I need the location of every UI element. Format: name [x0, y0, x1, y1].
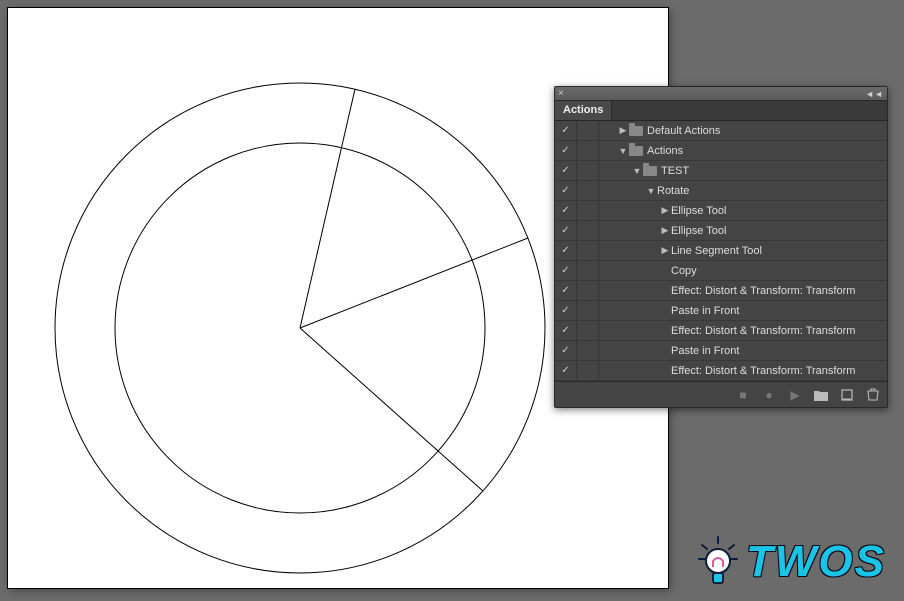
panel-tab-actions[interactable]: Actions — [555, 101, 612, 120]
record-toggle-column[interactable] — [577, 201, 599, 220]
visibility-checkmark[interactable]: ✓ — [555, 161, 577, 180]
action-main[interactable]: ▶ Default Actions — [599, 125, 887, 137]
action-row[interactable]: ✓ ▶Line Segment Tool — [555, 241, 887, 261]
panel-footer: ■ ● ▶ — [555, 381, 887, 407]
visibility-checkmark[interactable]: ✓ — [555, 241, 577, 260]
visibility-checkmark[interactable]: ✓ — [555, 281, 577, 300]
action-label: Effect: Distort & Transform: Transform — [671, 365, 855, 377]
action-main[interactable]: ▼ Actions — [599, 145, 887, 157]
record-toggle-column[interactable] — [577, 321, 599, 340]
action-label: Paste in Front — [671, 345, 739, 357]
action-label: Effect: Distort & Transform: Transform — [671, 325, 855, 337]
action-row[interactable]: ✓ Paste in Front — [555, 301, 887, 321]
action-main[interactable]: Effect: Distort & Transform: Transform — [599, 365, 887, 377]
action-main[interactable]: Effect: Distort & Transform: Transform — [599, 285, 887, 297]
action-row[interactable]: ✓ Copy — [555, 261, 887, 281]
stop-icon[interactable]: ■ — [735, 387, 751, 403]
actions-tree: ✓▶Default Actions✓▼Actions✓▼TEST✓▼Rotate… — [555, 121, 887, 381]
record-toggle-column[interactable] — [577, 141, 599, 160]
action-label: Ellipse Tool — [671, 225, 726, 237]
action-label: Line Segment Tool — [671, 245, 762, 257]
watermark: TWOS — [688, 531, 896, 593]
action-label: Rotate — [657, 185, 689, 197]
visibility-checkmark[interactable]: ✓ — [555, 181, 577, 200]
new-action-icon[interactable] — [839, 387, 855, 403]
record-toggle-column[interactable] — [577, 161, 599, 180]
record-toggle-column[interactable] — [577, 281, 599, 300]
disclosure-triangle-icon[interactable]: ▼ — [617, 146, 629, 156]
action-main[interactable]: Copy — [599, 265, 887, 277]
action-row[interactable]: ✓ Paste in Front — [555, 341, 887, 361]
lightbulb-icon — [696, 535, 740, 589]
record-toggle-column[interactable] — [577, 241, 599, 260]
disclosure-triangle-icon[interactable]: ▶ — [659, 225, 671, 236]
action-label: Effect: Distort & Transform: Transform — [671, 285, 855, 297]
action-label: Ellipse Tool — [671, 205, 726, 217]
action-main[interactable]: Paste in Front — [599, 345, 887, 357]
new-set-icon[interactable] — [813, 387, 829, 403]
action-label: Copy — [671, 265, 697, 277]
action-row[interactable]: ✓ ▼ TEST — [555, 161, 887, 181]
visibility-checkmark[interactable]: ✓ — [555, 121, 577, 140]
action-row[interactable]: ✓ ▶Ellipse Tool — [555, 221, 887, 241]
action-label: Paste in Front — [671, 305, 739, 317]
action-row[interactable]: ✓ ▶ Default Actions — [555, 121, 887, 141]
visibility-checkmark[interactable]: ✓ — [555, 221, 577, 240]
action-main[interactable]: Effect: Distort & Transform: Transform — [599, 325, 887, 337]
record-toggle-column[interactable] — [577, 181, 599, 200]
disclosure-triangle-icon[interactable]: ▼ — [645, 186, 657, 196]
action-main[interactable]: ▼Rotate — [599, 185, 887, 197]
action-main[interactable]: ▶Ellipse Tool — [599, 205, 887, 217]
action-row[interactable]: ✓ Effect: Distort & Transform: Transform — [555, 321, 887, 341]
action-row[interactable]: ✓ Effect: Distort & Transform: Transform — [555, 281, 887, 301]
disclosure-triangle-icon[interactable]: ▶ — [659, 205, 671, 216]
visibility-checkmark[interactable]: ✓ — [555, 261, 577, 280]
record-toggle-column[interactable] — [577, 221, 599, 240]
folder-icon — [643, 166, 657, 176]
trash-icon[interactable] — [865, 387, 881, 403]
visibility-checkmark[interactable]: ✓ — [555, 301, 577, 320]
action-main[interactable]: ▶Line Segment Tool — [599, 245, 887, 257]
action-main[interactable]: ▶Ellipse Tool — [599, 225, 887, 237]
action-row[interactable]: ✓ ▶Ellipse Tool — [555, 201, 887, 221]
action-main[interactable]: ▼ TEST — [599, 165, 887, 177]
action-label: Default Actions — [647, 125, 720, 137]
action-label: TEST — [661, 165, 689, 177]
watermark-text: TWOS — [746, 537, 886, 587]
visibility-checkmark[interactable]: ✓ — [555, 341, 577, 360]
close-icon[interactable]: × — [558, 88, 564, 99]
disclosure-triangle-icon[interactable]: ▼ — [631, 166, 643, 176]
visibility-checkmark[interactable]: ✓ — [555, 321, 577, 340]
record-toggle-column[interactable] — [577, 261, 599, 280]
disclosure-triangle-icon[interactable]: ▶ — [617, 125, 629, 136]
folder-icon — [629, 146, 643, 156]
panel-tabrow: Actions — [555, 101, 887, 121]
visibility-checkmark[interactable]: ✓ — [555, 201, 577, 220]
action-label: Actions — [647, 145, 683, 157]
record-toggle-column[interactable] — [577, 341, 599, 360]
record-toggle-column[interactable] — [577, 361, 599, 380]
folder-icon — [629, 126, 643, 136]
record-toggle-column[interactable] — [577, 121, 599, 140]
visibility-checkmark[interactable]: ✓ — [555, 141, 577, 160]
disclosure-triangle-icon[interactable]: ▶ — [659, 245, 671, 256]
action-row[interactable]: ✓ ▼ Actions — [555, 141, 887, 161]
action-row[interactable]: ✓ Effect: Distort & Transform: Transform — [555, 361, 887, 381]
record-icon[interactable]: ● — [761, 387, 777, 403]
record-toggle-column[interactable] — [577, 301, 599, 320]
panel-titlebar[interactable]: × ◄◄ — [555, 87, 887, 101]
visibility-checkmark[interactable]: ✓ — [555, 361, 577, 380]
play-icon[interactable]: ▶ — [787, 387, 803, 403]
actions-panel: × ◄◄ Actions ✓▶Default Actions✓▼Actions✓… — [554, 86, 888, 408]
action-main[interactable]: Paste in Front — [599, 305, 887, 317]
panel-menu-icon[interactable]: ◄◄ — [865, 89, 883, 99]
action-row[interactable]: ✓ ▼Rotate — [555, 181, 887, 201]
